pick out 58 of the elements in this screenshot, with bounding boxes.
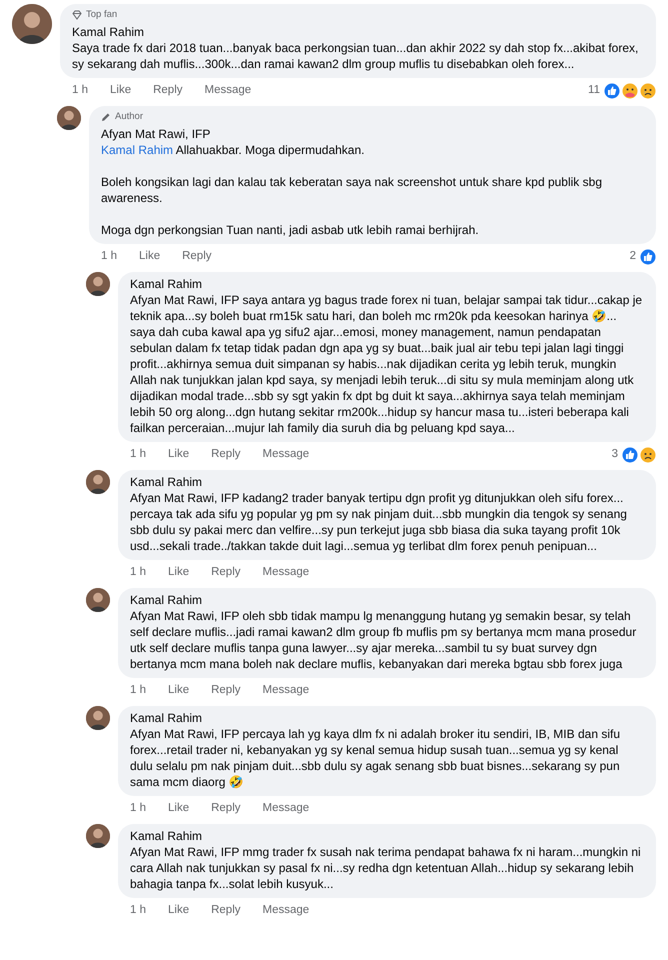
reaction-count[interactable]: 3 (612, 446, 618, 464)
avatar[interactable] (86, 470, 110, 494)
action-link[interactable]: Reply (153, 82, 183, 100)
action-link[interactable]: Like (110, 82, 132, 100)
timestamp: 1 h (72, 82, 88, 98)
comment-text: Afyan Mat Rawi, IFP percaya lah yg kaya dlm fx ni adalah broker itu sendiri, IB, MIB dan sifu forex...retail trader ni, kebanyakan yg sy kenal semua hidup susah tuan...semua yg sy kenal dulu selalu pm nak pinjam duit...sbb dulu sy agak senang sbb buat bisnes...sekarang sy pun sama mcm diaorg 🤣 (130, 726, 622, 790)
timestamp: 1 h (130, 564, 146, 580)
action-link[interactable]: Message (262, 800, 310, 818)
comment-text: Afyan Mat Rawi, IFP kadang2 trader banyak tertipu dgn profit yg ditunjukkan oleh sifu forex... percaya tak ada sifu yg popular yg pm sy nak pinjam duit...sbb mungkin dia tengok sy senang sbb dulu sy pakai merc dan velfire...sy pun terkejut juga sbb biasa dia suka tayang profit 10k usd...sekali trade../takkan takde duit lagi...semua yg terlibat dlm forex penuh penipuan... (130, 490, 628, 554)
action-link[interactable]: Reply (211, 682, 241, 700)
reaction-count[interactable]: 2 (630, 248, 636, 266)
timestamp: 1 h (130, 800, 146, 816)
action-link[interactable]: Like (168, 682, 190, 700)
author-name[interactable]: Kamal Rahim (72, 24, 644, 40)
comment-text: Afyan Mat Rawi, IFP oleh sbb tidak mampu lg menanggung hutang yg semakin besar, sy telah self declare muflis...jadi ramai kawan2 dlm group fb muflis pm sy bertanya mcm mana prosedur utk self declare muflis tanpa guna lawyer...sy ajar mereka...sambil tu sy buat survey dgn bertanya mcm mana boleh nak declare muflis, kebanyakan dari mereka bgtau sbb forex juga (130, 608, 638, 672)
action-link[interactable]: Message (204, 82, 252, 100)
action-link[interactable]: Like (168, 564, 190, 582)
badge-label: Author (115, 111, 143, 123)
avatar[interactable] (57, 106, 81, 130)
action-link[interactable]: Like (168, 446, 190, 464)
author-name[interactable]: Kamal Rahim (130, 276, 644, 292)
timestamp: 1 h (130, 446, 146, 462)
comment-text: Saya trade fx dari 2018 tuan...banyak baca perkongsian tuan...dan akhir 2022 sy dah stop fx...akibat forex, sy sekarang dah muflis...300k...dan ramai kawan2 dlm group muflis tu disebabkan oleh forex... (72, 40, 640, 72)
comment-text: Kamal Rahim Allahuakbar. Moga dipermudahkan. (101, 142, 366, 158)
badge-label: Top fan (86, 9, 118, 21)
timestamp: 1 h (130, 902, 146, 918)
comment-text: Afyan Mat Rawi, IFP mmg trader fx susah nak terima pendapat bahawa fx ni haram...mungkin ni cara Allah nak tunjukkan sy pasal fx ni...sy redha dgn ketentuan Allah...hidup sy sekarang lebih bahagia tanpa fx...solat lebih kusyuk... (130, 844, 642, 892)
author-name[interactable]: Kamal Rahim (130, 828, 644, 844)
action-link[interactable]: Reply (211, 800, 241, 818)
action-link[interactable]: Message (262, 446, 310, 464)
comment-text: Boleh kongsikan lagi dan kalau tak keberatan saya nak screenshot untuk share kpd publik sbg awareness. (101, 174, 603, 206)
avatar[interactable] (86, 588, 110, 612)
action-link[interactable]: Reply (211, 902, 241, 920)
comment-text: Afyan Mat Rawi, IFP saya antara yg bagus trade forex ni tuan, belajar sampai tak tidur...cakap je teknik apa...sy boleh buat rm15k satu hari, dan boleh mc rm20k pda keesokan harinya 🤣... saya dah cuba kawal apa yg sifu2 ajar...emosi, money management, namun pendapatan sebulan dalam fx tetap tidak padan dgn apa yg sy buat...baik jual air tebu tepi jalan lagi tinggi profit...akhirnya semua duit simpanan sy habis...nak dijadikan cerita yg lebih teruk, mungkin Allah nak tunjukkan jalan kpd saya, sy menjadi lebih teruk...di situ sy mula meminjam along utk dijadikan modal trade...sbb sy sgt yakin fx dpt bg duit kt saya...akhirnya saya telah meminjam lebih 50 org along...dgn hutang sekitar rm200k...hidup sy hancur masa tu...isteri beberapa kali failkan perceraian...mujur lah family dia suruh dia bg peluang kpd saya... (130, 292, 644, 436)
avatar[interactable] (12, 4, 52, 44)
pencil-icon (101, 112, 111, 122)
action-link[interactable]: Reply (182, 248, 212, 266)
mention-link[interactable]: Kamal Rahim (101, 143, 174, 157)
author-name[interactable]: Kamal Rahim (130, 474, 644, 490)
comment-text: Moga dgn perkongsian Tuan nanti, jadi asbab utk lebih ramai berhijrah. (101, 222, 480, 238)
avatar[interactable] (86, 706, 110, 730)
action-link[interactable]: Reply (211, 564, 241, 582)
action-link[interactable]: Message (262, 682, 310, 700)
timestamp: 1 h (101, 248, 117, 264)
avatar[interactable] (86, 824, 110, 848)
action-link[interactable]: Message (262, 902, 310, 920)
action-link[interactable]: Like (139, 248, 160, 266)
action-link[interactable]: Message (262, 564, 310, 582)
reaction-count[interactable]: 11 (588, 82, 600, 100)
author-name[interactable]: Afyan Mat Rawi, IFP (101, 126, 644, 142)
author-name[interactable]: Kamal Rahim (130, 592, 644, 608)
avatar[interactable] (86, 272, 110, 296)
timestamp: 1 h (130, 682, 146, 698)
action-link[interactable]: Reply (211, 446, 241, 464)
diamond-icon (72, 10, 82, 20)
author-name[interactable]: Kamal Rahim (130, 710, 644, 726)
action-link[interactable]: Like (168, 800, 190, 818)
action-link[interactable]: Like (168, 902, 190, 920)
